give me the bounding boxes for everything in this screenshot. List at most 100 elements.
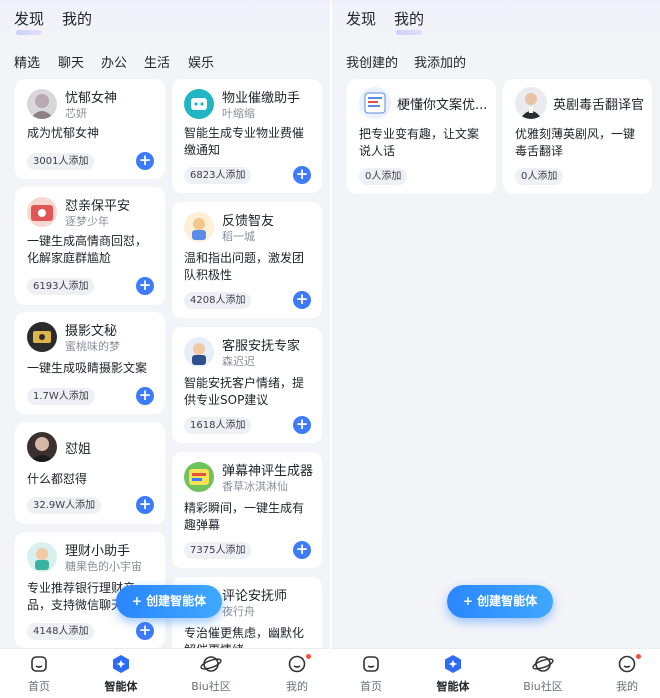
agent-card[interactable]: 反馈智友 稻一城 温和指出问题，激发团队积极性 4208人添加 + [172,202,322,318]
avatar [184,89,214,119]
agent-card[interactable]: 物业催缴助手 叶缩缩 智能生成专业物业费催缴通知 6823人添加 + [172,79,322,193]
bottom-tab-bar: 首页 智能体 Biu社区 我的 [0,648,330,698]
tab-agents[interactable]: 智能体 [420,653,486,694]
add-agent-button[interactable]: + [293,291,311,309]
card-author: 糖果色的小宇宙 [65,560,142,573]
tab-label: 智能体 [436,680,470,693]
agent-card[interactable]: 弹幕神评生成器 香草冰淇淋仙 精彩瞬间，一键生成有趣弹幕 7375人添加 + [172,452,322,568]
card-author: 夜行舟 [222,605,255,618]
notification-dot [306,654,311,659]
tab-mine-bottom[interactable]: 我的 [594,653,660,694]
card-title: 摄影文秘 [65,324,118,339]
notification-dot [636,654,641,659]
category-office[interactable]: 办公 [101,52,127,71]
add-count-badge: 32.9W人添加 [27,497,102,514]
add-count-badge: 6193人添加 [27,278,95,295]
avatar [184,337,214,367]
bottom-tab-bar: 首页 智能体 Biu社区 我的 [332,648,660,698]
card-title: 物业催缴助手 [222,91,301,106]
agent-card[interactable]: 梗懂你文案优... 把专业变有趣，让文案说人话 0人添加 [347,79,496,194]
add-agent-button[interactable]: + [293,166,311,184]
add-count-badge: 1.7W人添加 [27,388,95,405]
category-life[interactable]: 生活 [144,52,170,71]
agent-card[interactable]: 摄影文秘 蜜桃味的梦 一键生成吸睛摄影文案 1.7W人添加 + [15,312,165,414]
card-author: 蜜桃味的梦 [65,340,120,353]
card-title: 怼亲保平安 [65,199,131,214]
card-title: 英剧毒舌翻译官 [553,98,645,113]
add-count-badge: 1618人添加 [184,417,252,434]
tab-label: 首页 [360,680,382,693]
tab-agents[interactable]: 智能体 [88,653,154,694]
tab-label: Biu社区 [191,680,231,693]
discover-panel: 发现 我的 精选 聊天 办公 生活 娱乐 忧郁女神 芯妍 成为忧郁女神 3001… [0,0,330,698]
planet-icon [510,653,576,675]
top-bar [0,0,330,40]
tab-mine[interactable]: 我的 [62,8,92,29]
add-agent-button[interactable]: + [293,541,311,559]
card-author: 逐梦少年 [65,215,109,228]
create-agent-button[interactable]: + 创建智能体 [447,585,553,618]
card-description: 什么都怼得 [27,472,88,486]
subtab-created[interactable]: 我创建的 [346,52,398,71]
card-title: 理财小助手 [65,544,131,559]
agent-card[interactable]: 忧郁女神 芯妍 成为忧郁女神 3001人添加 + [15,79,165,179]
tab-mine-bottom[interactable]: 我的 [264,653,330,694]
home-icon [338,653,404,675]
card-title: 评论安抚师 [222,589,288,604]
add-agent-button[interactable]: + [136,622,154,640]
add-count-badge: 4148人添加 [27,623,95,640]
tab-biu-community[interactable]: Biu社区 [178,653,244,694]
agent-card[interactable]: 怼亲保平安 逐梦少年 一键生成高情商回怼，化解家庭群尴尬 6193人添加 + [15,187,165,305]
card-title: 反馈智友 [222,214,275,229]
card-description: 智能生成专业物业费催缴通知 [184,126,305,157]
home-icon [6,653,72,675]
category-featured[interactable]: 精选 [14,52,40,71]
top-bar [332,0,660,40]
card-title: 忧郁女神 [65,91,118,106]
add-agent-button[interactable]: + [136,277,154,295]
tab-home[interactable]: 首页 [338,653,404,694]
tab-label: 我的 [286,680,308,693]
card-description: 成为忧郁女神 [27,126,100,140]
agent-card[interactable]: 英剧毒舌翻译官 优雅刻薄英剧风，一键毒舌翻译 0人添加 [503,79,652,194]
card-author: 香草冰淇淋仙 [222,480,288,493]
add-agent-button[interactable]: + [136,496,154,514]
add-agent-button[interactable]: + [136,152,154,170]
card-author: 芯妍 [65,107,87,120]
avatar [184,462,214,492]
category-chat[interactable]: 聊天 [58,52,84,71]
tab-label: 智能体 [104,680,138,693]
tab-biu-community[interactable]: Biu社区 [510,653,576,694]
card-description: 一键生成吸睛摄影文案 [27,361,148,375]
subtab-added[interactable]: 我添加的 [414,52,466,71]
tab-discover[interactable]: 发现 [346,8,376,29]
tab-label: 我的 [616,680,638,693]
add-count-badge: 3001人添加 [27,153,95,170]
card-description: 精彩瞬间，一键生成有趣弹幕 [184,501,305,532]
planet-icon [178,653,244,675]
card-title: 客服安抚专家 [222,339,301,354]
card-author: 森迟迟 [222,355,255,368]
tab-mine[interactable]: 我的 [394,8,424,35]
category-entertainment[interactable]: 娱乐 [188,52,214,71]
mine-panel: 发现 我的 我创建的 我添加的 梗懂你文案优... 把专业变有趣，让文案说人话 … [332,0,660,698]
add-agent-button[interactable]: + [293,416,311,434]
agent-card[interactable]: 客服安抚专家 森迟迟 智能安抚客户情绪，提供专业SOP建议 1618人添加 + [172,327,322,443]
card-title: 梗懂你文案优... [397,98,488,113]
avatar [27,197,57,227]
agent-icon [420,653,486,675]
card-title: 怼姐 [65,442,92,457]
add-agent-button[interactable]: + [136,387,154,405]
card-description: 一键生成高情商回怼，化解家庭群尴尬 [27,234,148,265]
tab-label: Biu社区 [523,680,563,693]
tab-home[interactable]: 首页 [6,653,72,694]
avatar [515,87,547,119]
avatar [184,212,214,242]
add-count-badge: 0人添加 [359,168,408,185]
add-count-badge: 0人添加 [515,168,564,185]
create-agent-button[interactable]: + 创建智能体 [116,585,222,618]
agent-card[interactable]: 怼姐 什么都怼得 32.9W人添加 + [15,422,165,524]
avatar [27,322,57,352]
tab-discover[interactable]: 发现 [14,8,44,35]
card-author: 稻一城 [222,230,255,243]
